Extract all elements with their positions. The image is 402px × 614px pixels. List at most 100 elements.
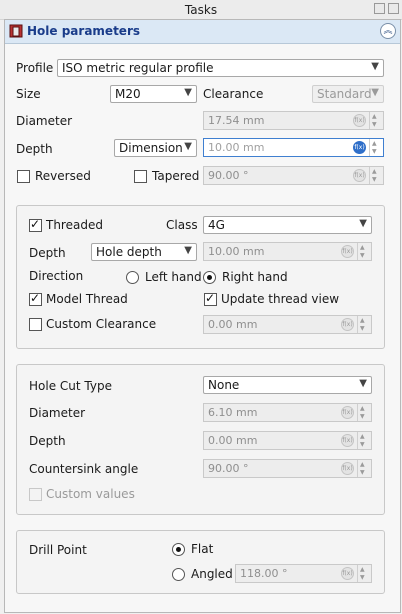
thread-depth-mode-value: Hole depth [96,245,162,259]
flat-radio[interactable] [172,543,185,556]
tasks-bar: Tasks [0,0,402,20]
chevron-double-up-icon[interactable]: ︽ [380,23,396,39]
diameter-spinbox[interactable]: 17.54 mm f(x) ▲ ▼ [203,111,384,130]
threaded-checkbox[interactable] [29,217,42,232]
cut-diameter-value: 6.10 mm [208,406,258,419]
profile-label: Profile [16,61,54,75]
spin-arrows[interactable]: ▲ ▼ [369,139,383,156]
panel-title: Hole parameters [27,24,140,38]
model-thread-label: Model Thread [46,292,128,306]
spin-arrows[interactable]: ▲ ▼ [357,316,371,333]
hole-cut-type-label: Hole Cut Type [29,379,112,393]
countersink-angle-spinbox[interactable]: 90.00 ° f(x) ▲ ▼ [203,459,372,478]
size-select[interactable]: M20 ▼ [110,85,197,103]
chevron-down-icon: ▼ [184,141,192,152]
custom-clearance-checkbox[interactable] [29,318,42,331]
drill-point-label: Drill Point [29,543,87,557]
left-hand-label: Left hand [145,270,202,284]
close-panel-button[interactable] [388,3,399,14]
chevron-down-icon: ▼ [359,378,367,389]
expression-icon[interactable]: f(x) [341,406,354,419]
taper-angle-value: 90.00 ° [208,169,249,182]
right-hand-radio[interactable] [203,271,216,284]
chevron-down-icon: ▼ [184,245,192,256]
clearance-value: Standard [317,87,372,101]
reversed-checkbox[interactable] [17,170,30,183]
thread-depth-label: Depth [29,246,66,260]
drill-angle-spinbox[interactable]: 118.00 ° f(x) ▲ ▼ [235,564,372,583]
tapered-label: Tapered [152,169,200,183]
chevron-down-icon: ▼ [184,87,192,98]
spin-arrows[interactable]: ▲ ▼ [369,167,383,184]
depth-label: Depth [16,142,53,156]
spin-arrows[interactable]: ▲ ▼ [369,112,383,129]
model-thread-checkbox[interactable] [29,291,42,306]
spin-arrows[interactable]: ▲ ▼ [357,460,371,477]
thread-class-select[interactable]: 4G ▼ [203,216,372,234]
diameter-label: Diameter [16,114,73,128]
thread-class-value: 4G [208,218,225,232]
custom-clearance-value: 0.00 mm [208,318,258,331]
custom-values-checkbox[interactable] [29,488,42,501]
flat-label: Flat [191,542,214,556]
depth-mode-value: Dimension [119,141,183,155]
countersink-angle-value: 90.00 ° [208,462,249,475]
cut-depth-spinbox[interactable]: 0.00 mm f(x) ▲ ▼ [203,431,372,450]
update-thread-view-label: Update thread view [221,292,340,306]
clearance-select[interactable]: Standard ▼ [312,85,384,103]
angled-radio[interactable] [172,568,185,581]
custom-clearance-spinbox[interactable]: 0.00 mm f(x) ▲ ▼ [203,315,372,334]
size-label: Size [16,87,41,101]
spin-arrows[interactable]: ▲ ▼ [357,404,371,421]
angled-label: Angled [191,567,233,581]
chevron-down-icon: ▼ [371,87,379,98]
left-hand-radio[interactable] [126,271,139,284]
expression-icon[interactable]: f(x) [341,434,354,447]
hole-parameters-panel: Hole parameters ︽ Profile ISO metric reg… [4,19,401,613]
expression-icon[interactable]: f(x) [341,567,354,580]
expression-icon[interactable]: f(x) [341,462,354,475]
custom-values-label: Custom values [46,487,135,501]
cut-depth-value: 0.00 mm [208,434,258,447]
expression-icon[interactable]: f(x) [341,318,354,331]
cut-diameter-spinbox[interactable]: 6.10 mm f(x) ▲ ▼ [203,403,372,422]
direction-label: Direction [29,269,84,283]
diameter-value: 17.54 mm [208,114,265,127]
chevron-down-icon: ▼ [371,61,379,72]
hole-cut-type-select[interactable]: None ▼ [203,376,372,394]
taper-angle-spinbox[interactable]: 90.00 ° f(x) ▲ ▼ [203,166,384,185]
depth-mode-select[interactable]: Dimension ▼ [114,139,197,157]
cut-depth-label: Depth [29,434,66,448]
reversed-label: Reversed [35,169,91,183]
clearance-label: Clearance [203,87,264,101]
expression-icon[interactable]: f(x) [353,141,366,154]
float-panel-button[interactable] [374,3,385,14]
profile-select[interactable]: ISO metric regular profile ▼ [57,59,384,77]
thread-class-label: Class [166,218,198,232]
tapered-checkbox[interactable] [134,170,147,183]
depth-spinbox[interactable]: 10.00 mm f(x) ▲ ▼ [203,138,384,157]
thread-depth-value: 10.00 mm [208,245,265,258]
chevron-down-icon: ▼ [359,218,367,229]
panel-header: Hole parameters ︽ [5,20,400,44]
spin-arrows[interactable]: ▲ ▼ [357,565,371,582]
update-thread-view-checkbox[interactable] [204,291,217,306]
spin-arrows[interactable]: ▲ ▼ [357,432,371,449]
drill-point-group [16,530,385,594]
profile-value: ISO metric regular profile [62,61,214,75]
thread-depth-mode-select[interactable]: Hole depth ▼ [91,243,197,261]
spin-arrows[interactable]: ▲ ▼ [357,243,371,260]
hole-cut-type-value: None [208,378,240,392]
expression-icon[interactable]: f(x) [353,114,366,127]
countersink-angle-label: Countersink angle [29,462,139,476]
expression-icon[interactable]: f(x) [341,245,354,258]
size-value: M20 [115,87,141,101]
depth-value: 10.00 mm [208,141,265,154]
thread-depth-spinbox[interactable]: 10.00 mm f(x) ▲ ▼ [203,242,372,261]
hole-feature-icon [9,24,23,38]
expression-icon[interactable]: f(x) [353,169,366,182]
tasks-title: Tasks [184,3,218,17]
drill-angle-value: 118.00 ° [240,567,288,580]
custom-clearance-label: Custom Clearance [46,317,157,331]
threaded-label: Threaded [46,218,103,232]
